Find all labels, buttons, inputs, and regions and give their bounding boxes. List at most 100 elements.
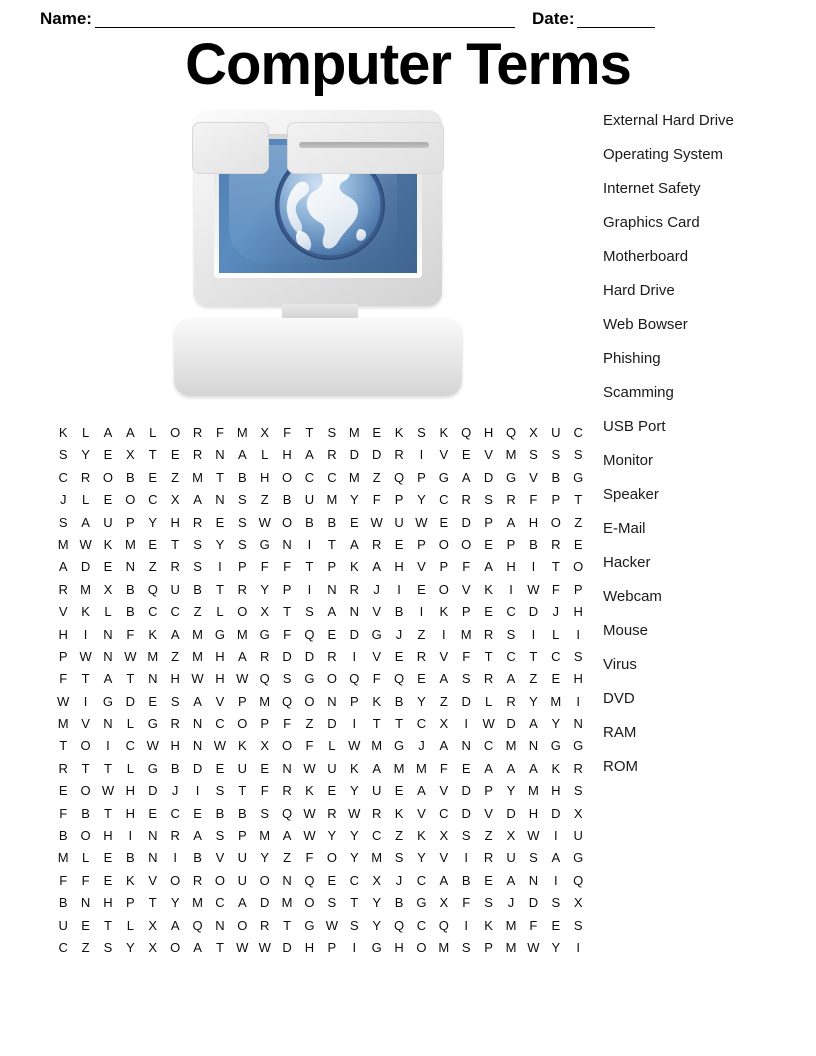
grid-cell[interactable]: M	[254, 691, 276, 713]
grid-cell[interactable]: V	[209, 691, 231, 713]
grid-cell[interactable]: R	[545, 534, 567, 556]
grid-cell[interactable]: Y	[343, 825, 365, 847]
grid-cell[interactable]: O	[119, 489, 141, 511]
grid-cell[interactable]: H	[209, 646, 231, 668]
grid-cell[interactable]: E	[97, 847, 119, 869]
grid-cell[interactable]: U	[500, 847, 522, 869]
grid-cell[interactable]: W	[343, 803, 365, 825]
grid-cell[interactable]: T	[231, 780, 253, 802]
grid-cell[interactable]: S	[231, 534, 253, 556]
word-list-item[interactable]: DVD	[603, 690, 803, 724]
grid-cell[interactable]: S	[500, 624, 522, 646]
grid-cell[interactable]: E	[321, 624, 343, 646]
grid-cell[interactable]: Q	[500, 422, 522, 444]
grid-cell[interactable]: B	[231, 803, 253, 825]
grid-cell[interactable]: A	[500, 870, 522, 892]
grid-cell[interactable]: O	[254, 870, 276, 892]
grid-cell[interactable]: M	[186, 467, 208, 489]
grid-cell[interactable]: D	[343, 624, 365, 646]
grid-cell[interactable]: B	[209, 803, 231, 825]
grid-cell[interactable]: J	[164, 780, 186, 802]
grid-cell[interactable]: I	[343, 937, 365, 959]
grid-cell[interactable]: I	[388, 579, 410, 601]
grid-cell[interactable]: I	[343, 713, 365, 735]
grid-cell[interactable]: M	[186, 624, 208, 646]
grid-cell[interactable]: A	[343, 534, 365, 556]
word-list-item[interactable]: Webcam	[603, 588, 803, 622]
grid-cell[interactable]: B	[52, 825, 74, 847]
grid-cell[interactable]: P	[545, 489, 567, 511]
grid-cell[interactable]: M	[343, 467, 365, 489]
grid-cell[interactable]: N	[74, 892, 96, 914]
grid-cell[interactable]: J	[410, 735, 432, 757]
grid-cell[interactable]: P	[231, 825, 253, 847]
grid-cell[interactable]: D	[74, 556, 96, 578]
grid-cell[interactable]: O	[276, 512, 298, 534]
grid-cell[interactable]: O	[545, 512, 567, 534]
grid-cell[interactable]: N	[209, 915, 231, 937]
grid-cell[interactable]: M	[254, 825, 276, 847]
grid-cell[interactable]: X	[567, 803, 589, 825]
grid-cell[interactable]: Z	[522, 668, 544, 690]
grid-cell[interactable]: S	[545, 892, 567, 914]
word-search-grid[interactable]: KLAALORFMXFTSMEKSKQHQXUCSYEXTERNALHARDDR…	[52, 422, 583, 959]
grid-cell[interactable]: E	[388, 780, 410, 802]
grid-cell[interactable]: M	[500, 937, 522, 959]
grid-cell[interactable]: P	[276, 579, 298, 601]
grid-cell[interactable]: R	[410, 646, 432, 668]
grid-cell[interactable]: N	[321, 579, 343, 601]
grid-cell[interactable]: B	[231, 467, 253, 489]
grid-cell[interactable]: O	[276, 467, 298, 489]
grid-cell[interactable]: O	[455, 534, 477, 556]
grid-cell[interactable]: M	[52, 534, 74, 556]
grid-cell[interactable]: D	[321, 713, 343, 735]
grid-cell[interactable]: M	[410, 758, 432, 780]
grid-cell[interactable]: O	[298, 892, 320, 914]
grid-cell[interactable]: D	[545, 803, 567, 825]
word-list-item[interactable]: RAM	[603, 724, 803, 758]
grid-cell[interactable]: C	[142, 489, 164, 511]
grid-cell[interactable]: P	[500, 534, 522, 556]
grid-cell[interactable]: S	[455, 937, 477, 959]
grid-cell[interactable]: E	[97, 870, 119, 892]
grid-cell[interactable]: P	[477, 937, 499, 959]
grid-cell[interactable]: L	[74, 422, 96, 444]
grid-cell[interactable]: Q	[433, 915, 455, 937]
grid-cell[interactable]: Z	[365, 467, 387, 489]
grid-cell[interactable]: M	[276, 892, 298, 914]
grid-cell[interactable]: N	[321, 691, 343, 713]
grid-cell[interactable]: S	[231, 489, 253, 511]
grid-cell[interactable]: Y	[209, 534, 231, 556]
grid-cell[interactable]: B	[119, 467, 141, 489]
grid-cell[interactable]: N	[142, 847, 164, 869]
grid-cell[interactable]: A	[522, 758, 544, 780]
grid-cell[interactable]: K	[388, 422, 410, 444]
grid-cell[interactable]: L	[119, 713, 141, 735]
grid-cell[interactable]: P	[477, 512, 499, 534]
grid-cell[interactable]: D	[522, 601, 544, 623]
grid-cell[interactable]: M	[433, 937, 455, 959]
grid-cell[interactable]: W	[231, 937, 253, 959]
grid-cell[interactable]: I	[567, 937, 589, 959]
grid-cell[interactable]: Q	[298, 624, 320, 646]
grid-cell[interactable]: G	[365, 624, 387, 646]
grid-cell[interactable]: A	[365, 556, 387, 578]
grid-cell[interactable]: J	[365, 579, 387, 601]
grid-cell[interactable]: W	[298, 758, 320, 780]
grid-cell[interactable]: I	[410, 601, 432, 623]
grid-cell[interactable]: L	[74, 847, 96, 869]
grid-cell[interactable]: K	[477, 915, 499, 937]
grid-cell[interactable]: U	[231, 847, 253, 869]
grid-cell[interactable]: S	[186, 556, 208, 578]
grid-cell[interactable]: K	[343, 556, 365, 578]
grid-cell[interactable]: V	[52, 601, 74, 623]
grid-cell[interactable]: M	[522, 780, 544, 802]
grid-cell[interactable]: P	[231, 691, 253, 713]
grid-cell[interactable]: S	[321, 422, 343, 444]
grid-cell[interactable]: R	[186, 512, 208, 534]
word-list-item[interactable]: Graphics Card	[603, 214, 803, 248]
grid-cell[interactable]: Y	[365, 915, 387, 937]
grid-cell[interactable]: B	[545, 467, 567, 489]
grid-cell[interactable]: W	[477, 713, 499, 735]
grid-cell[interactable]: Q	[142, 579, 164, 601]
